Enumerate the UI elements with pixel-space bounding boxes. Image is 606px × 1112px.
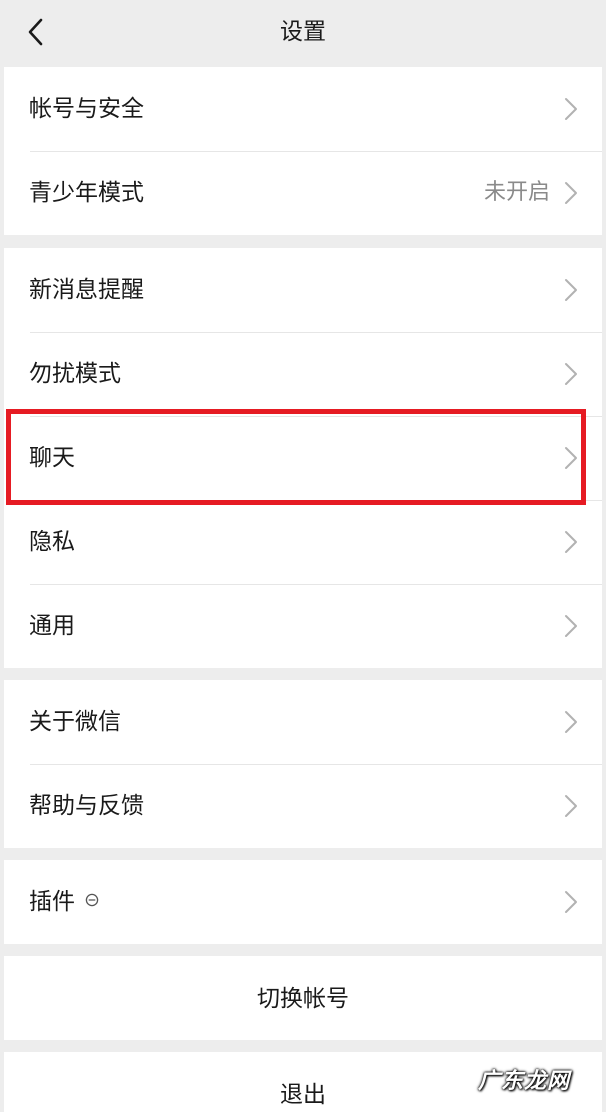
- navigation-bar: 设置: [4, 0, 602, 66]
- page-title: 设置: [280, 19, 326, 45]
- chevron-right-icon: [564, 97, 578, 121]
- settings-group-about: 关于微信 帮助与反馈: [4, 680, 602, 848]
- settings-item-youth-mode[interactable]: 青少年模式 未开启: [4, 151, 602, 235]
- switch-account-button[interactable]: 切换帐号: [4, 956, 602, 1040]
- settings-item-label: 聊天: [29, 445, 75, 471]
- settings-item-label: 新消息提醒: [29, 277, 144, 303]
- switch-account-label: 切换帐号: [257, 986, 349, 1012]
- settings-item-about-wechat[interactable]: 关于微信: [4, 680, 602, 764]
- chevron-right-icon: [564, 362, 578, 386]
- settings-item-label: 隐私: [29, 529, 75, 555]
- settings-item-plugins[interactable]: 插件: [4, 860, 602, 944]
- chevron-right-icon: [564, 614, 578, 638]
- settings-item-label: 插件: [29, 889, 75, 915]
- settings-group-general: 新消息提醒 勿扰模式 聊天 隐私 通用: [4, 248, 602, 668]
- plugin-status-icon: [85, 893, 99, 907]
- settings-item-privacy[interactable]: 隐私: [4, 500, 602, 584]
- chevron-right-icon: [564, 890, 578, 914]
- settings-item-label: 勿扰模式: [29, 361, 121, 387]
- chevron-right-icon: [564, 446, 578, 470]
- settings-screen: 设置 帐号与安全 青少年模式 未开启 新消息提醒 勿扰模式 聊天 隐私 通用 关…: [4, 0, 602, 1112]
- settings-item-do-not-disturb[interactable]: 勿扰模式: [4, 332, 602, 416]
- settings-item-notifications[interactable]: 新消息提醒: [4, 248, 602, 332]
- settings-item-general[interactable]: 通用: [4, 584, 602, 668]
- chevron-right-icon: [564, 181, 578, 205]
- settings-item-account-security[interactable]: 帐号与安全: [4, 67, 602, 151]
- chevron-right-icon: [564, 794, 578, 818]
- settings-group-account: 帐号与安全 青少年模式 未开启: [4, 67, 602, 235]
- settings-item-label: 通用: [29, 613, 75, 639]
- settings-group-plugins: 插件: [4, 860, 602, 944]
- settings-item-label: 帐号与安全: [29, 96, 144, 122]
- settings-item-chat[interactable]: 聊天: [4, 416, 602, 500]
- youth-mode-status: 未开启: [483, 180, 550, 205]
- chevron-right-icon: [564, 710, 578, 734]
- settings-item-label-wrap: 插件: [29, 887, 99, 917]
- settings-item-label: 青少年模式: [29, 180, 144, 206]
- settings-item-label: 关于微信: [29, 709, 121, 735]
- settings-item-help-feedback[interactable]: 帮助与反馈: [4, 764, 602, 848]
- settings-item-label: 帮助与反馈: [29, 793, 144, 819]
- chevron-right-icon: [564, 530, 578, 554]
- chevron-right-icon: [564, 278, 578, 302]
- watermark-text: 广东龙网: [477, 1069, 570, 1094]
